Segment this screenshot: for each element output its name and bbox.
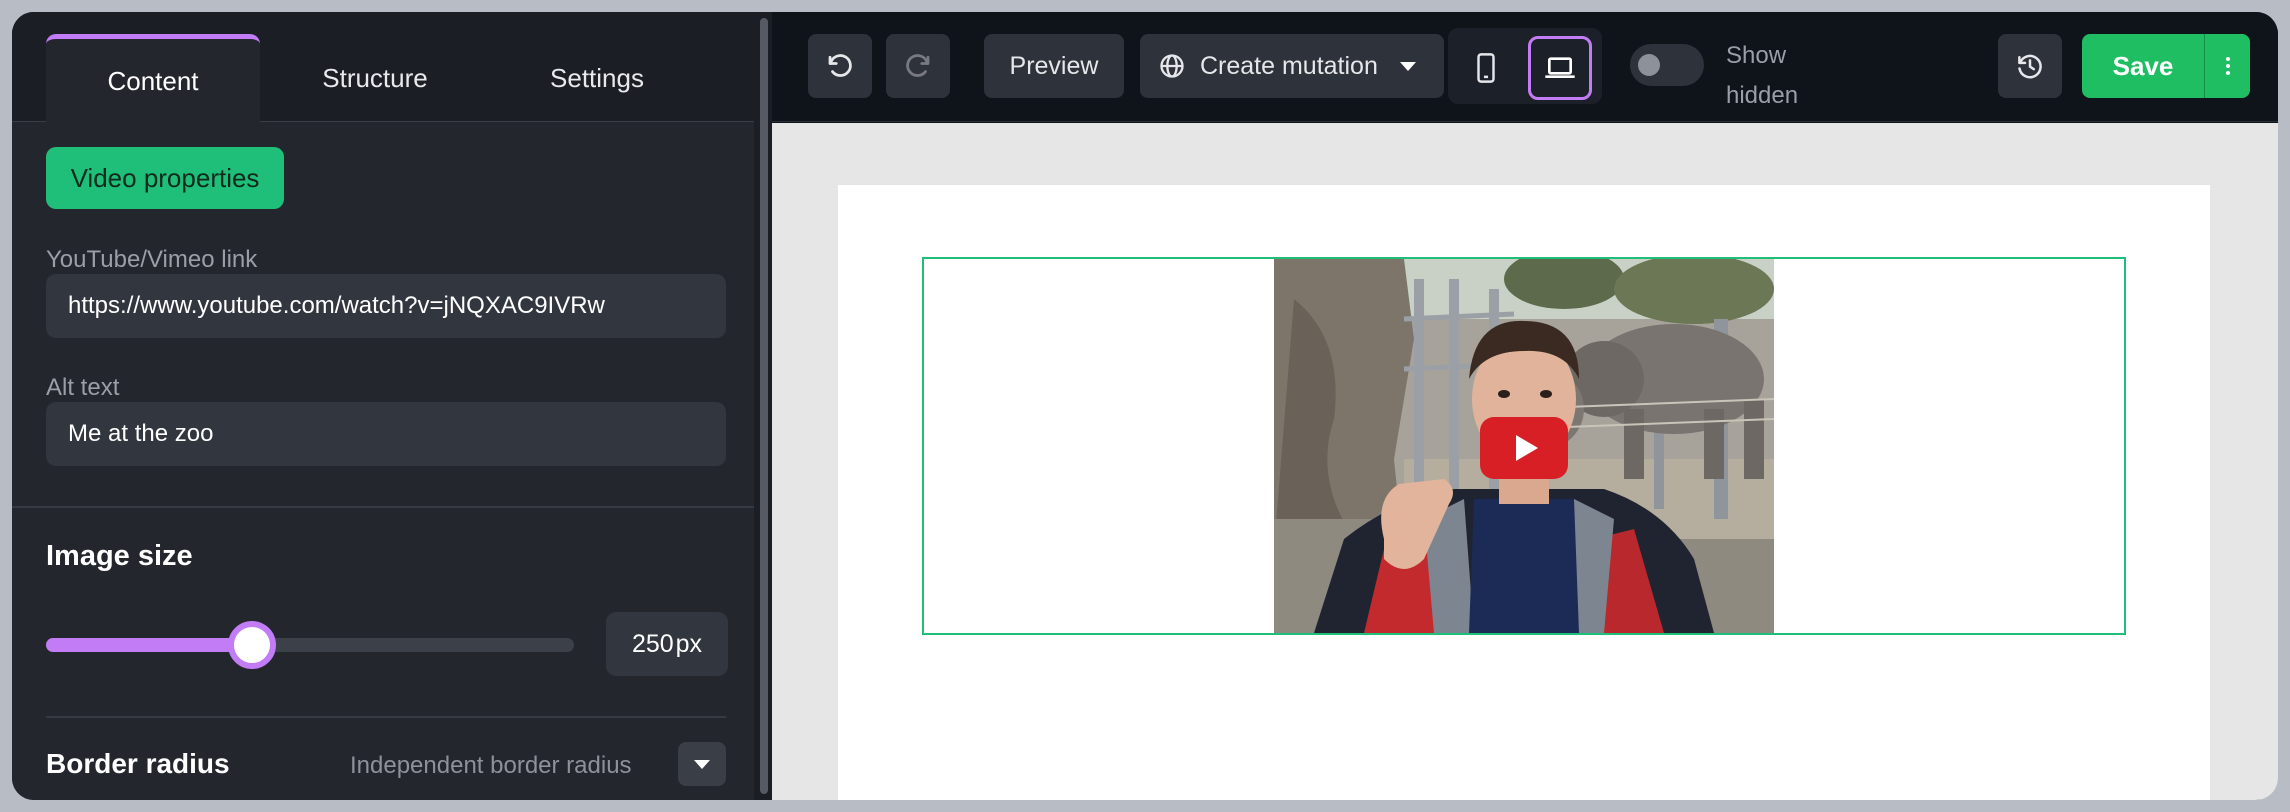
- chevron-down-icon: [1399, 61, 1416, 71]
- play-button[interactable]: [1480, 417, 1568, 479]
- editor-canvas[interactable]: [772, 123, 2278, 800]
- video-link-input[interactable]: https://www.youtube.com/watch?v=jNQXAC9I…: [46, 274, 726, 338]
- desktop-view-button[interactable]: [1528, 36, 1592, 100]
- border-radius-heading: Border radius: [46, 748, 230, 779]
- show-hidden-toggle[interactable]: [1630, 44, 1704, 86]
- video-thumbnail[interactable]: [1274, 259, 1774, 633]
- image-size-slider-fill: [46, 638, 252, 652]
- tab-content[interactable]: Content: [46, 34, 260, 123]
- video-properties-button[interactable]: Video properties: [46, 147, 284, 209]
- editor-app: Content Structure Settings Video propert…: [12, 12, 2278, 800]
- page-preview: [838, 185, 2210, 800]
- globe-icon: [1160, 54, 1184, 78]
- section-divider: [12, 506, 754, 508]
- image-size-slider[interactable]: [46, 621, 574, 669]
- tab-structure[interactable]: Structure: [268, 34, 482, 122]
- save-button[interactable]: Save: [2082, 34, 2204, 98]
- top-toolbar: Preview Create mutation Show hidden Save: [772, 12, 2278, 122]
- border-radius-mode-label: Independent border radius: [350, 752, 632, 779]
- history-icon: [2018, 54, 2042, 79]
- panel-scrollbar-thumb[interactable]: [760, 18, 768, 794]
- undo-icon: [828, 54, 852, 77]
- mobile-view-button[interactable]: [1456, 38, 1516, 98]
- canvas-scrollbar[interactable]: [2260, 123, 2278, 800]
- preview-button[interactable]: Preview: [984, 34, 1124, 98]
- image-size-heading: Image size: [46, 540, 193, 572]
- video-block[interactable]: [922, 257, 2126, 635]
- image-size-slider-thumb[interactable]: [227, 621, 276, 669]
- panel-tab-bar: Content Structure Settings: [12, 12, 754, 123]
- create-mutation-label: Create mutation: [1200, 51, 1378, 80]
- toggle-knob: [1638, 54, 1660, 76]
- save-button-group: Save: [2082, 34, 2250, 98]
- undo-button[interactable]: [808, 34, 872, 98]
- alt-text-input[interactable]: Me at the zoo: [46, 402, 726, 466]
- show-hidden-label: Show hidden: [1726, 42, 1799, 109]
- save-options-button[interactable]: [2205, 34, 2250, 98]
- image-size-unit: px: [675, 629, 703, 658]
- redo-button[interactable]: [886, 34, 950, 98]
- image-size-value: 250: [631, 629, 674, 658]
- more-vertical-icon: [2225, 57, 2230, 75]
- device-switcher: [1448, 28, 1602, 104]
- section-divider: [46, 716, 726, 718]
- laptop-icon: [1545, 57, 1575, 78]
- history-button[interactable]: [1998, 34, 2062, 98]
- tab-settings[interactable]: Settings: [490, 34, 704, 122]
- border-radius-dropdown-button[interactable]: [678, 742, 726, 786]
- mobile-icon: [1477, 53, 1495, 83]
- play-icon: [1515, 435, 1538, 461]
- panel-scrollbar[interactable]: [754, 12, 772, 800]
- video-link-label: YouTube/Vimeo link: [46, 246, 258, 273]
- redo-icon: [906, 54, 930, 77]
- create-mutation-dropdown[interactable]: Create mutation: [1140, 34, 1444, 98]
- image-size-input[interactable]: 250 px: [606, 612, 728, 676]
- alt-text-label: Alt text: [46, 374, 120, 401]
- properties-panel: Content Structure Settings Video propert…: [12, 12, 754, 800]
- chevron-down-icon: [694, 759, 710, 769]
